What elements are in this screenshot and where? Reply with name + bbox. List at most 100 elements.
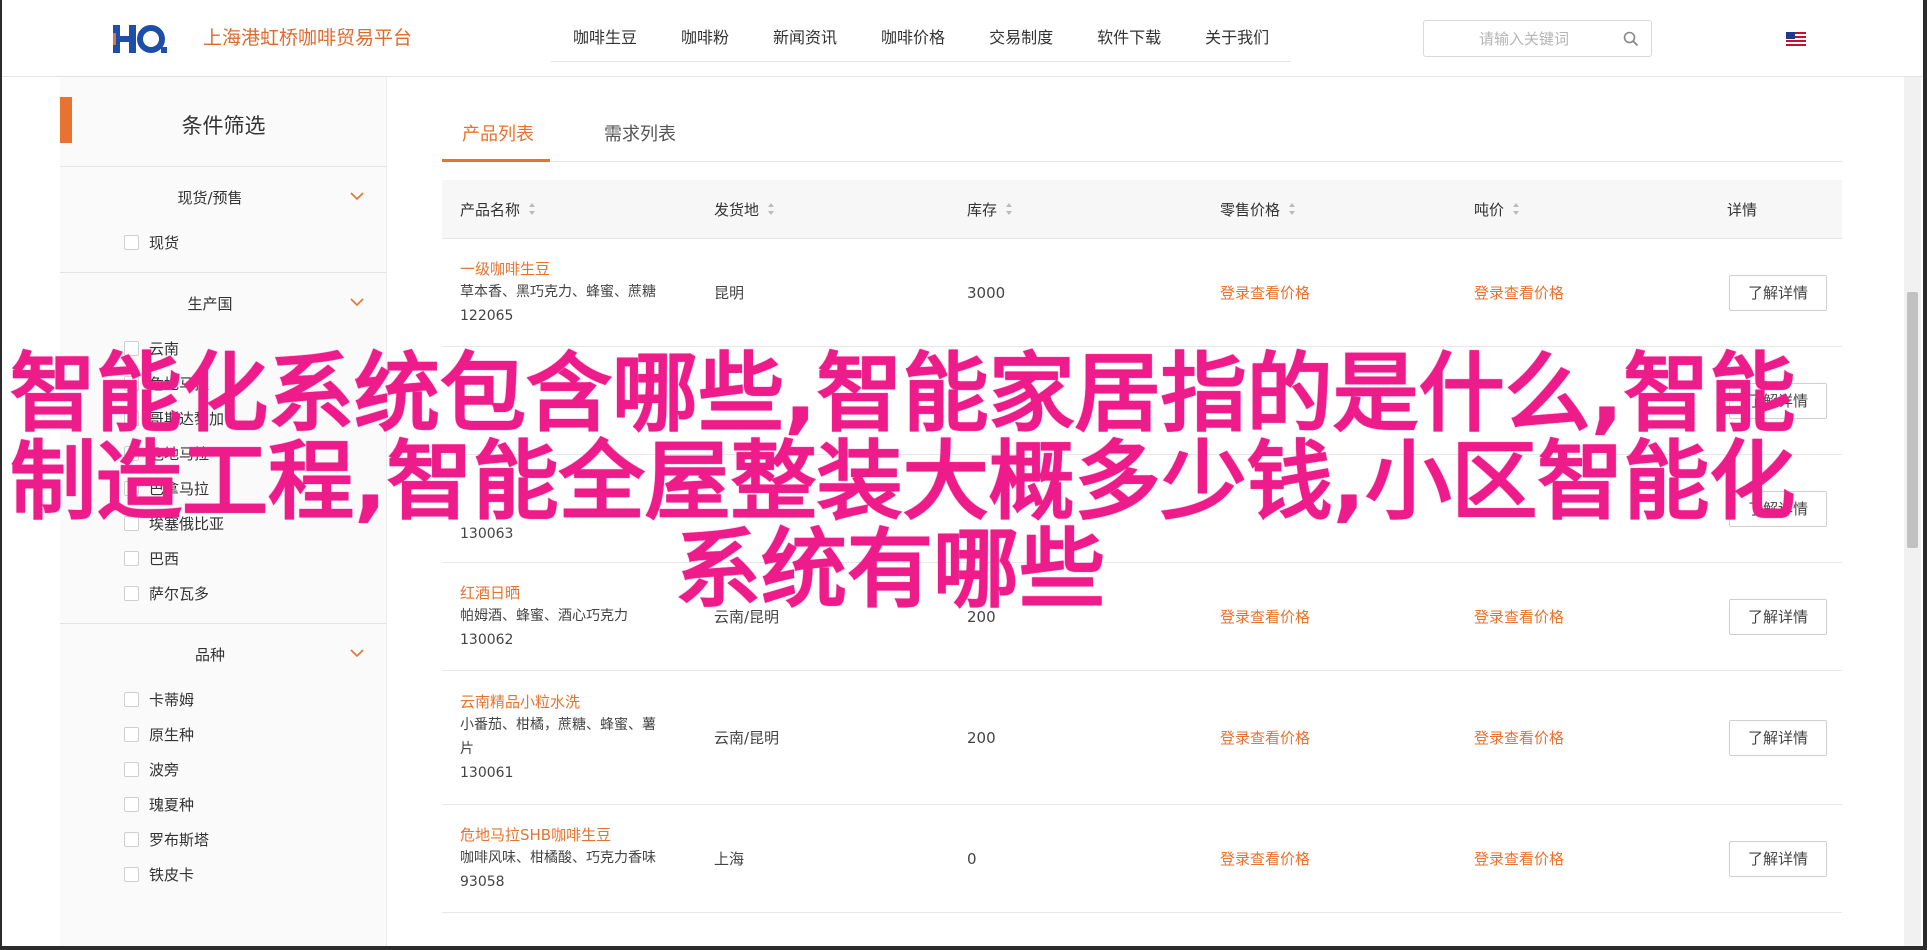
nav-item-green-beans[interactable]: 咖啡生豆 [551, 22, 659, 61]
scrollbar-thumb[interactable] [1907, 292, 1918, 548]
stock-cell: 0 [967, 849, 977, 868]
sort-icon[interactable] [767, 202, 775, 216]
sort-icon[interactable] [1512, 202, 1520, 216]
checkbox[interactable] [124, 797, 139, 812]
checkbox[interactable] [124, 832, 139, 847]
product-name-link[interactable]: 云南精品小粒水洗 [460, 691, 696, 713]
checkbox[interactable] [124, 341, 139, 356]
checkbox[interactable] [124, 446, 139, 461]
sort-icon[interactable] [1288, 202, 1296, 216]
filter-option[interactable]: 云南 [60, 331, 386, 366]
chevron-down-icon[interactable] [350, 297, 364, 307]
vertical-scrollbar[interactable] [1904, 77, 1921, 950]
search-icon[interactable] [1623, 31, 1639, 47]
sidebar-title: 条件筛选 [181, 114, 266, 138]
filter-option-label: 哥斯达黎加 [149, 410, 225, 428]
checkbox[interactable] [124, 235, 139, 250]
tab-product-list[interactable]: 产品列表 [462, 120, 534, 146]
checkbox[interactable] [124, 727, 139, 742]
filter-option[interactable]: 萨尔瓦多 [60, 576, 386, 611]
checkbox[interactable] [124, 867, 139, 882]
checkbox[interactable] [124, 376, 139, 391]
filter-group-header[interactable]: 现货/预售 [60, 167, 386, 225]
filter-option-label: 罗布斯塔 [149, 831, 210, 849]
us-flag-icon[interactable] [1786, 32, 1806, 46]
ton-price-link[interactable]: 登录查看价格 [1456, 606, 1709, 627]
checkbox[interactable] [124, 516, 139, 531]
chevron-down-icon[interactable] [350, 191, 364, 201]
product-id: 130061 [460, 764, 514, 781]
filter-option[interactable]: 哥斯达黎加 [60, 401, 386, 436]
column-header-stock[interactable]: 库存 [949, 199, 1202, 220]
product-name-link[interactable]: 危地马拉SHB咖啡生豆 [460, 824, 696, 846]
filter-group-stock: 现货/预售 现货 [60, 167, 386, 273]
column-header-label: 零售价格 [1220, 200, 1281, 219]
search-box [1423, 20, 1652, 57]
filter-option[interactable]: 铁皮卡 [60, 857, 386, 892]
product-cell: 云南精品小粒水洗 小番茄、柑橘，蔗糖、蜂蜜、薯 片 130061 [442, 691, 696, 785]
brand-name[interactable]: 上海港虹桥咖啡贸易平台 [203, 26, 412, 50]
filter-option[interactable]: 卡蒂姆 [60, 682, 386, 717]
chevron-down-icon[interactable] [350, 648, 364, 658]
checkbox[interactable] [124, 692, 139, 707]
filter-option[interactable]: 危地马拉 [60, 366, 386, 401]
retail-price-link[interactable]: 登录查看价格 [1202, 282, 1456, 303]
filter-group-country: 生产国 云南 危地马拉 哥斯达黎加 危地马拉 巴拿马拉 埃塞俄比亚 巴西 萨尔瓦… [60, 273, 386, 624]
filter-option[interactable]: 罗布斯塔 [60, 822, 386, 857]
ton-price-link[interactable]: 登录查看价格 [1456, 282, 1709, 303]
filter-option[interactable]: 波旁 [60, 752, 386, 787]
filter-option-label: 原生种 [149, 726, 195, 744]
checkbox[interactable] [124, 481, 139, 496]
logo[interactable] [113, 23, 173, 55]
nav-item-news[interactable]: 新闻资讯 [751, 22, 859, 61]
nav-item-about[interactable]: 关于我们 [1183, 22, 1291, 61]
details-button[interactable]: 了解详情 [1729, 274, 1827, 311]
details-button[interactable]: 了解详情 [1729, 719, 1827, 756]
table-row: 云南精品小粒水洗 小番茄、柑橘，蔗糖、蜂蜜、薯 片 130061 云南/昆明 2… [442, 671, 1842, 805]
retail-price-link[interactable]: 登录查看价格 [1202, 848, 1456, 869]
sort-icon[interactable] [1005, 202, 1013, 216]
details-button[interactable]: 了解详情 [1729, 598, 1827, 635]
origin-cell: 上海 [714, 850, 745, 868]
product-name-link[interactable]: 红酒日晒 [460, 582, 696, 604]
filter-option[interactable]: 巴拿马拉 [60, 471, 386, 506]
details-button[interactable]: 了解详情 [1729, 382, 1827, 419]
details-button[interactable]: 了解详情 [1729, 490, 1827, 527]
filter-option[interactable]: 瑰夏种 [60, 787, 386, 822]
filter-option[interactable]: 危地马拉 [60, 436, 386, 471]
filter-option[interactable]: 原生种 [60, 717, 386, 752]
nav-item-downloads[interactable]: 软件下载 [1075, 22, 1183, 61]
table-row: 了解详情 [442, 347, 1842, 455]
checkbox[interactable] [124, 586, 139, 601]
product-name-link[interactable]: 一级咖啡生豆 [460, 258, 696, 280]
filter-group-header[interactable]: 生产国 [60, 273, 386, 331]
nav-item-rules[interactable]: 交易制度 [967, 22, 1075, 61]
top-header: 上海港虹桥咖啡贸易平台 咖啡生豆 咖啡粉 新闻资讯 咖啡价格 交易制度 软件下载… [0, 0, 1927, 77]
stock-cell: 200 [967, 728, 996, 747]
checkbox[interactable] [124, 762, 139, 777]
filter-option[interactable]: 巴西 [60, 541, 386, 576]
retail-price-link[interactable]: 登录查看价格 [1202, 606, 1456, 627]
column-header-retail-price[interactable]: 零售价格 [1202, 199, 1456, 220]
ton-price-link[interactable]: 登录查看价格 [1456, 848, 1709, 869]
product-cell: 危地马拉SHB咖啡生豆 咖啡风味、柑橘酸、巧克力香味 93058 [442, 824, 696, 894]
checkbox[interactable] [124, 551, 139, 566]
filter-group-title: 生产国 [187, 295, 233, 313]
checkbox[interactable] [124, 411, 139, 426]
sort-icon[interactable] [528, 202, 536, 216]
filter-option[interactable]: 埃塞俄比亚 [60, 506, 386, 541]
nav-item-prices[interactable]: 咖啡价格 [859, 22, 967, 61]
column-header-origin[interactable]: 发货地 [696, 199, 949, 220]
retail-price-link[interactable]: 登录查看价格 [1202, 727, 1456, 748]
filter-option[interactable]: 现货 [60, 225, 386, 260]
filter-group-header[interactable]: 品种 [60, 624, 386, 682]
column-header-label: 库存 [967, 200, 998, 219]
details-button[interactable]: 了解详情 [1729, 840, 1827, 877]
tab-demand-list[interactable]: 需求列表 [604, 120, 676, 146]
nav-item-coffee-powder[interactable]: 咖啡粉 [659, 22, 751, 61]
search-input[interactable] [1434, 27, 1614, 51]
stock-cell: 3000 [967, 283, 1006, 302]
column-header-name[interactable]: 产品名称 [442, 199, 696, 220]
column-header-ton-price[interactable]: 吨价 [1456, 199, 1709, 220]
ton-price-link[interactable]: 登录查看价格 [1456, 727, 1709, 748]
